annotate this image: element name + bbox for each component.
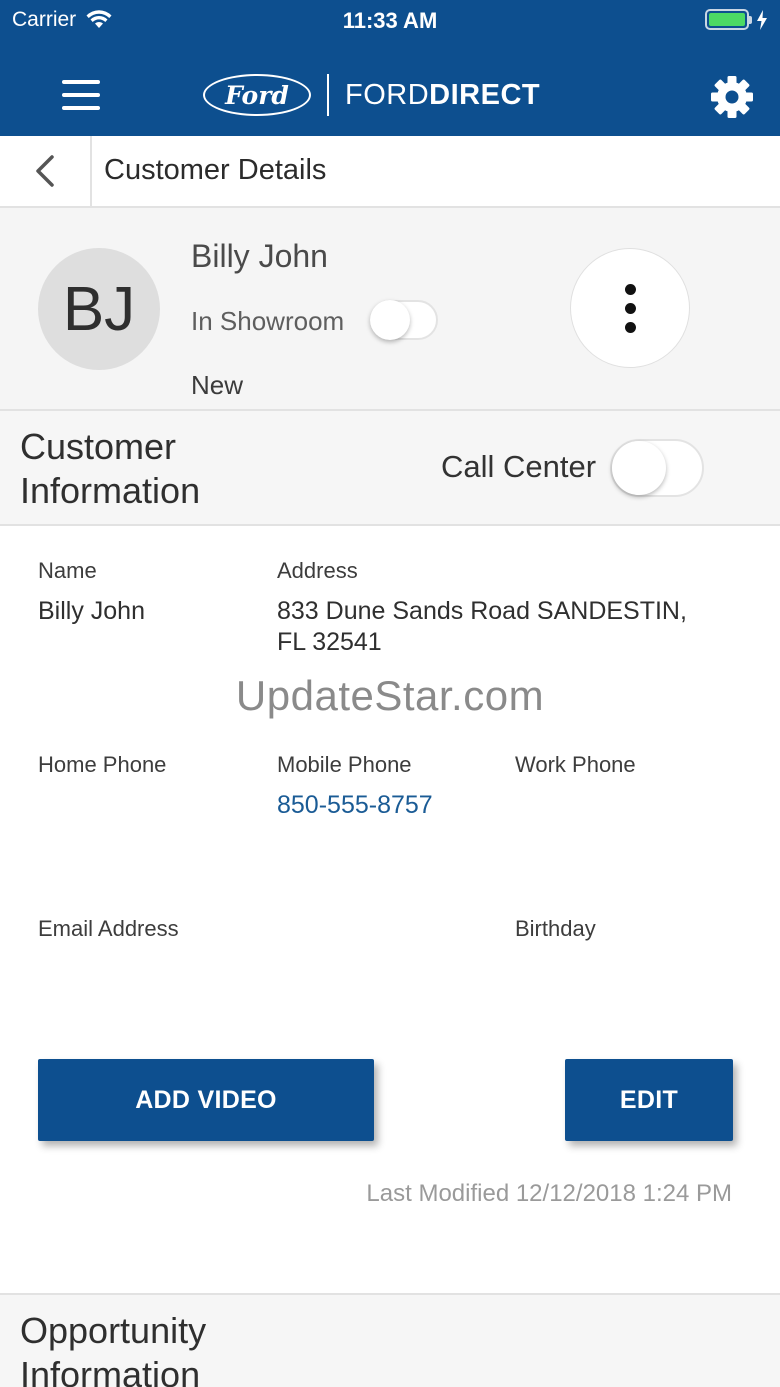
customer-profile-card: BJ Billy John In Showroom New: [0, 208, 780, 410]
page-title: Customer Details: [104, 154, 327, 186]
name-label: Name: [38, 558, 97, 583]
more-options-button[interactable]: [570, 248, 690, 368]
page-subheader: Customer Details: [0, 136, 780, 208]
birthday-label: Birthday: [515, 916, 596, 941]
call-center-toggle[interactable]: [610, 439, 704, 497]
brand-logo: Ford FORDDIRECT: [203, 72, 540, 118]
address-line-1: 833 Dune Sands Road SANDESTIN,: [277, 597, 687, 625]
status-bar: Carrier 11:33 AM: [0, 0, 780, 40]
opportunity-information-header: Opportunity Information: [0, 1293, 780, 1387]
gear-icon[interactable]: [710, 75, 754, 119]
charging-bolt-icon: [757, 9, 767, 30]
address-label: Address: [277, 558, 358, 583]
back-button[interactable]: [0, 136, 92, 206]
more-vertical-icon: [624, 283, 636, 295]
brand-bold: DIRECT: [429, 78, 541, 111]
watermark: UpdateStar.com: [235, 672, 545, 719]
mobile-phone-label: Mobile Phone: [277, 752, 412, 777]
chevron-left-icon: [36, 155, 54, 187]
mobile-phone-link[interactable]: 850-555-8757: [277, 790, 433, 821]
work-phone-label: Work Phone: [515, 752, 636, 777]
last-modified: Last Modified 12/12/2018 1:24 PM: [366, 1180, 732, 1207]
email-label: Email Address: [38, 916, 179, 941]
battery-indicator: [705, 9, 768, 30]
showroom-label: In Showroom: [191, 306, 345, 336]
customer-name: Billy John: [191, 238, 328, 274]
home-phone-label: Home Phone: [38, 752, 167, 777]
app-header: Carrier 11:33 AM Ford FORDDIRECT: [0, 0, 780, 136]
customer-status: New: [191, 370, 244, 400]
battery-icon: [705, 9, 749, 30]
avatar: BJ: [38, 248, 160, 370]
ford-logo: Ford: [203, 74, 311, 116]
hamburger-icon[interactable]: [62, 80, 100, 110]
address-line-2: FL 32541: [277, 628, 382, 656]
showroom-toggle[interactable]: [370, 300, 438, 340]
edit-button[interactable]: EDIT: [565, 1059, 733, 1141]
section-title: Customer Information: [20, 426, 201, 511]
call-center-label: Call Center: [441, 449, 597, 484]
fordirect-wordmark: FORDDIRECT: [345, 79, 540, 112]
add-video-button[interactable]: ADD VIDEO: [38, 1059, 374, 1141]
section-title: Opportunity Information: [20, 1310, 207, 1387]
brand-regular: FORD: [345, 78, 430, 111]
customer-information-header: Customer Information Call Center: [0, 409, 780, 526]
clock: 11:33 AM: [342, 8, 438, 33]
name-value: Billy John: [38, 597, 145, 625]
brand-divider: [327, 74, 329, 116]
